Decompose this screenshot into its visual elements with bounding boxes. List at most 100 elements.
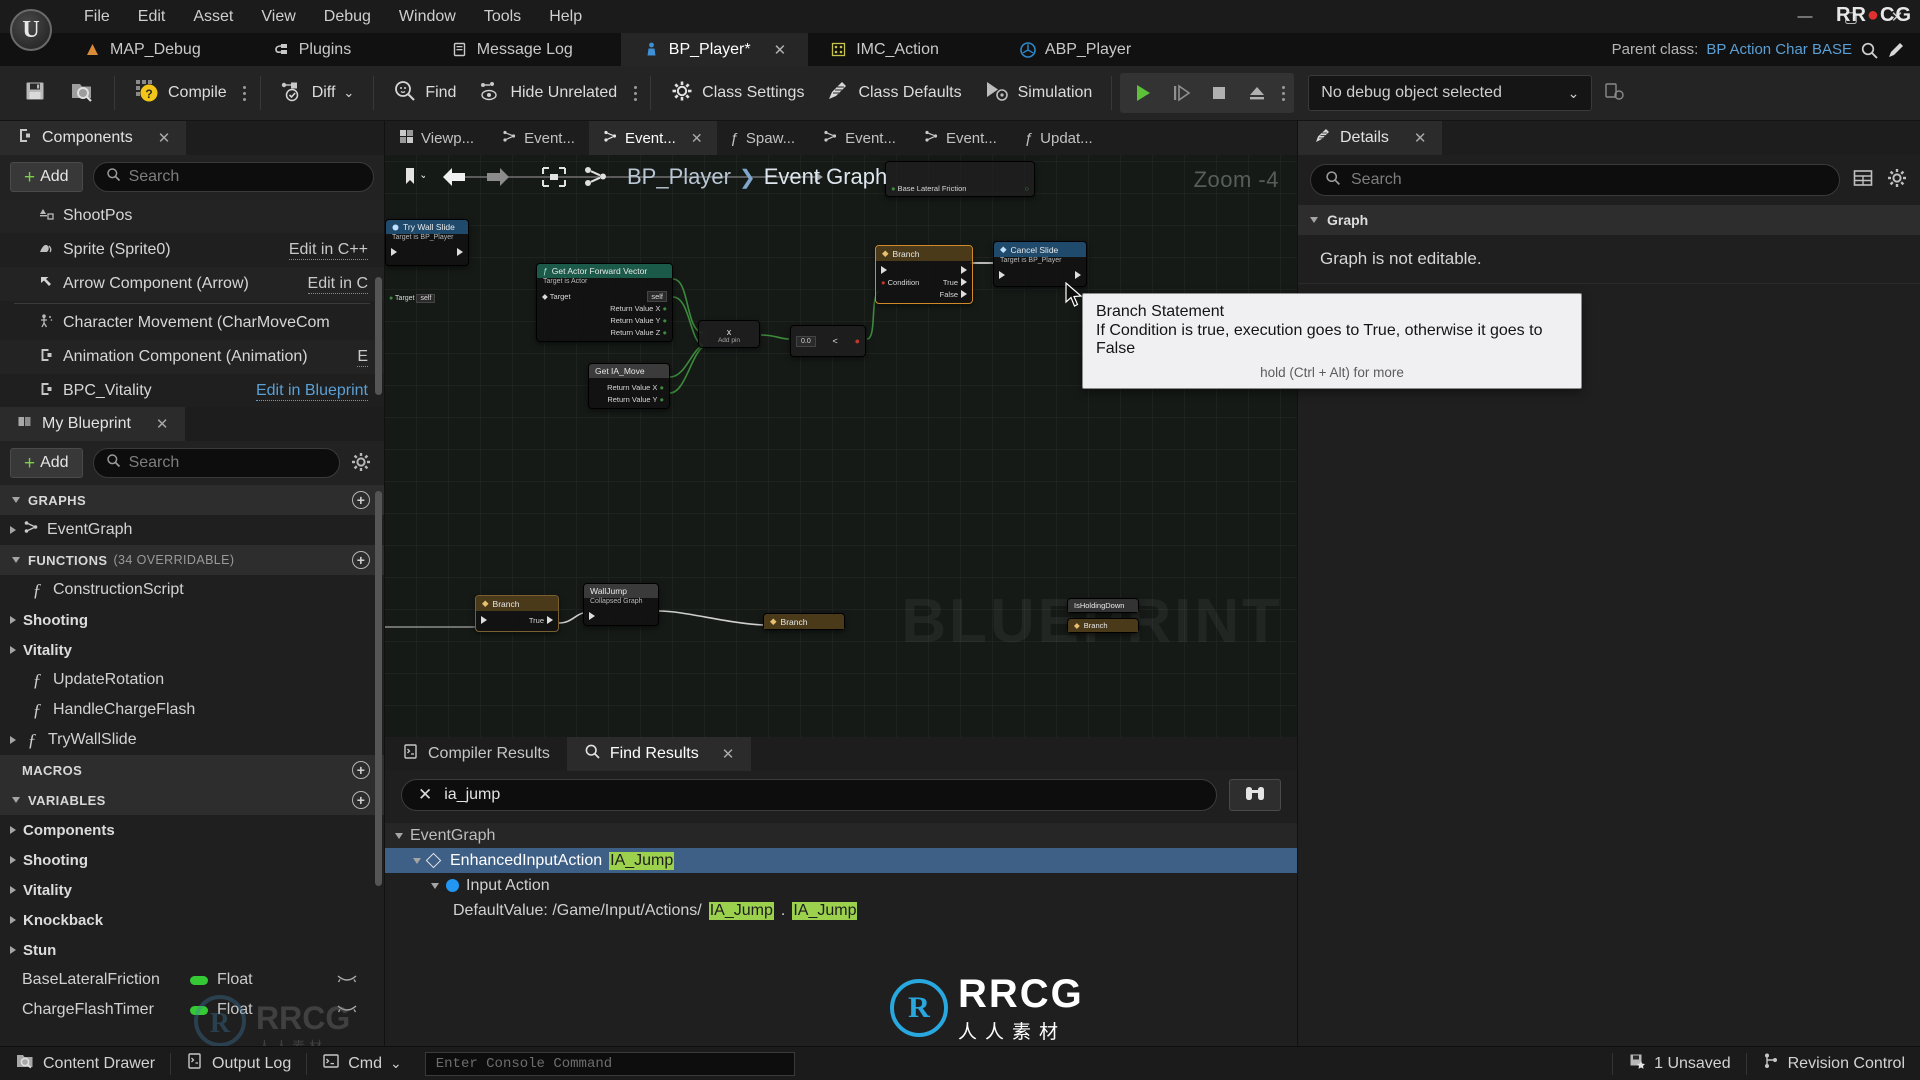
node-pin-row[interactable] (589, 610, 653, 622)
menu-debug[interactable]: Debug (310, 4, 385, 30)
menu-edit[interactable]: Edit (124, 4, 180, 30)
console-command-input[interactable]: Enter Console Command (424, 1051, 795, 1076)
exec-pin[interactable] (391, 248, 397, 256)
output-log-button[interactable]: Output Log (171, 1047, 306, 1080)
expand-arrow-icon[interactable] (10, 646, 16, 654)
asset-tab-bp-player[interactable]: BP_Player* ✕ (620, 33, 809, 66)
node-input-value[interactable]: 0.0 (796, 335, 816, 347)
graph-node-branch-lower-2[interactable]: ◆ Branch (763, 613, 845, 630)
edit-in-cpp-link[interactable]: Edit in C++ (288, 241, 368, 260)
close-icon[interactable]: ✕ (156, 415, 169, 433)
node-pin-row[interactable] (391, 246, 463, 258)
columns-icon[interactable] (1852, 167, 1874, 194)
section-macros[interactable]: MACROS + (0, 755, 384, 785)
menu-window[interactable]: Window (385, 4, 470, 30)
graph-node-branch-main[interactable]: ◆ Branch ● Condition True False (875, 245, 973, 304)
node-pin-row[interactable]: ● Condition True (881, 276, 967, 288)
bp-row-varcat-shooting[interactable]: Shooting (0, 845, 384, 875)
asset-tab-plugins[interactable]: Plugins (251, 33, 401, 66)
browse-button[interactable] (58, 72, 106, 114)
arrow-right-icon[interactable] (483, 164, 513, 190)
node-pin-row[interactable]: Return Value Y ● (594, 393, 664, 405)
find-results-tree[interactable]: EventGraph EnhancedInputAction IA_Jump I… (385, 817, 1297, 1046)
expand-arrow-icon[interactable] (10, 886, 16, 894)
components-list[interactable]: ShootPos Sprite (Sprite0) Edit in C++ Ar… (0, 199, 384, 407)
gear-icon[interactable] (1886, 167, 1908, 194)
expand-arrow-icon[interactable] (10, 946, 16, 954)
details-search-input[interactable]: Search (1310, 164, 1840, 196)
tab-components[interactable]: Components ✕ (0, 121, 187, 155)
debug-filter-button[interactable] (1592, 72, 1636, 114)
node-pin-row[interactable]: True (481, 614, 553, 626)
my-blueprint-tree[interactable]: GRAPHS + EventGraph FUNCTIONS (34 OVERRI… (0, 485, 384, 1046)
close-icon[interactable]: ✕ (774, 41, 787, 59)
component-row-animation[interactable]: Animation Component (Animation) E (0, 340, 384, 374)
bp-row-trywallslide[interactable]: ƒ TryWallSlide (0, 725, 384, 755)
bp-row-varcat-stun[interactable]: Stun (0, 935, 384, 965)
play-button[interactable] (1124, 73, 1162, 113)
class-settings-button[interactable]: Class Settings (659, 72, 815, 114)
bp-row-category-vitality[interactable]: Vitality (0, 635, 384, 665)
add-blueprint-item-button[interactable]: + Add (10, 448, 83, 478)
bp-row-updaterotation[interactable]: ƒ UpdateRotation (0, 665, 384, 695)
graph-node-get-actor-forward-vector[interactable]: ƒ Get Actor Forward Vector Target is Acto… (536, 263, 673, 342)
graph-canvas[interactable]: ⌄ BP_Player ❯ Event Graph Zoom -4 Try Wa… (385, 155, 1297, 737)
node-output-pin[interactable]: ● (855, 336, 860, 346)
simulation-button[interactable]: Simulation (973, 72, 1104, 114)
bp-row-varcat-vitality[interactable]: Vitality (0, 875, 384, 905)
step-button[interactable] (1162, 73, 1200, 113)
graph-tab-spawn[interactable]: ƒ Spaw... (717, 121, 810, 155)
myblueprint-scrollbar[interactable] (375, 491, 382, 886)
asset-tab-abp-player[interactable]: ABP_Player (997, 33, 1153, 66)
node-pin-row[interactable] (999, 269, 1081, 281)
breadcrumb-root[interactable]: BP_Player (627, 164, 731, 190)
triangle-down-icon[interactable] (395, 832, 403, 839)
zoom-to-fit-icon[interactable] (541, 166, 567, 188)
result-row-enhancedinputaction[interactable]: EnhancedInputAction IA_Jump (385, 848, 1297, 873)
content-drawer-button[interactable]: Content Drawer (0, 1047, 170, 1080)
stop-button[interactable] (1200, 73, 1238, 113)
edit-in-cpp-link[interactable]: Edit in C (307, 275, 368, 294)
compile-options-button[interactable] (238, 72, 252, 114)
find-button[interactable]: Find (382, 72, 467, 114)
node-pin-row[interactable]: Return Value X ● (594, 381, 664, 393)
tab-compiler-results[interactable]: Compiler Results (385, 737, 567, 771)
chevron-down-icon[interactable]: ⌄ (390, 1055, 402, 1072)
menu-asset[interactable]: Asset (179, 4, 247, 30)
node-pin-row[interactable]: Return Value X ● (542, 302, 667, 314)
bp-row-eventgraph[interactable]: EventGraph (0, 515, 384, 545)
add-function-button[interactable]: + (352, 551, 370, 569)
exec-pin-in[interactable] (589, 612, 595, 620)
component-row-shootpos[interactable]: ShootPos (0, 199, 384, 233)
compile-button[interactable]: ? Compile (123, 72, 238, 114)
node-pin-row[interactable] (881, 264, 967, 276)
find-options-button[interactable] (1229, 779, 1281, 811)
triangle-down-icon[interactable] (431, 882, 439, 889)
expand-arrow-icon[interactable] (10, 616, 16, 624)
expand-arrow-icon[interactable] (10, 826, 16, 834)
graph-node-branch-lower-3[interactable]: ◆ Branch (1067, 618, 1139, 633)
graph-node-add[interactable]: x Add pin (698, 320, 760, 348)
component-row-character-movement[interactable]: Character Movement (CharMoveCom (0, 306, 384, 340)
graph-tab-event-2[interactable]: Event... (809, 121, 910, 155)
search-icon[interactable] (1860, 41, 1878, 59)
section-variables[interactable]: VARIABLES + (0, 785, 384, 815)
section-graphs[interactable]: GRAPHS + (0, 485, 384, 515)
graph-node-isholdingdown[interactable]: IsHoldingDown (1067, 598, 1139, 613)
close-icon[interactable]: ✕ (1414, 129, 1427, 147)
node-pin-row[interactable]: ◆ Target self (542, 290, 667, 302)
asset-tab-imc-action[interactable]: IMC_Action (808, 33, 961, 66)
graph-tab-event-graph-active[interactable]: Event... ✕ (588, 121, 717, 155)
exec-pin-true[interactable] (961, 266, 967, 274)
exec-pin-in[interactable] (881, 266, 887, 274)
save-button[interactable] (12, 72, 58, 114)
exec-pin-out[interactable] (457, 248, 463, 256)
asset-tab-map-debug[interactable]: MAP_Debug (62, 33, 223, 66)
graph-tab-update[interactable]: ƒ Updat... (1011, 121, 1107, 155)
menu-view[interactable]: View (247, 4, 309, 30)
result-row-eventgraph[interactable]: EventGraph (385, 823, 1297, 848)
components-search-input[interactable]: Search (92, 162, 374, 192)
exec-pin-out[interactable] (1075, 271, 1081, 279)
node-pin-row[interactable]: False (881, 288, 967, 300)
edit-link[interactable]: E (357, 348, 368, 367)
